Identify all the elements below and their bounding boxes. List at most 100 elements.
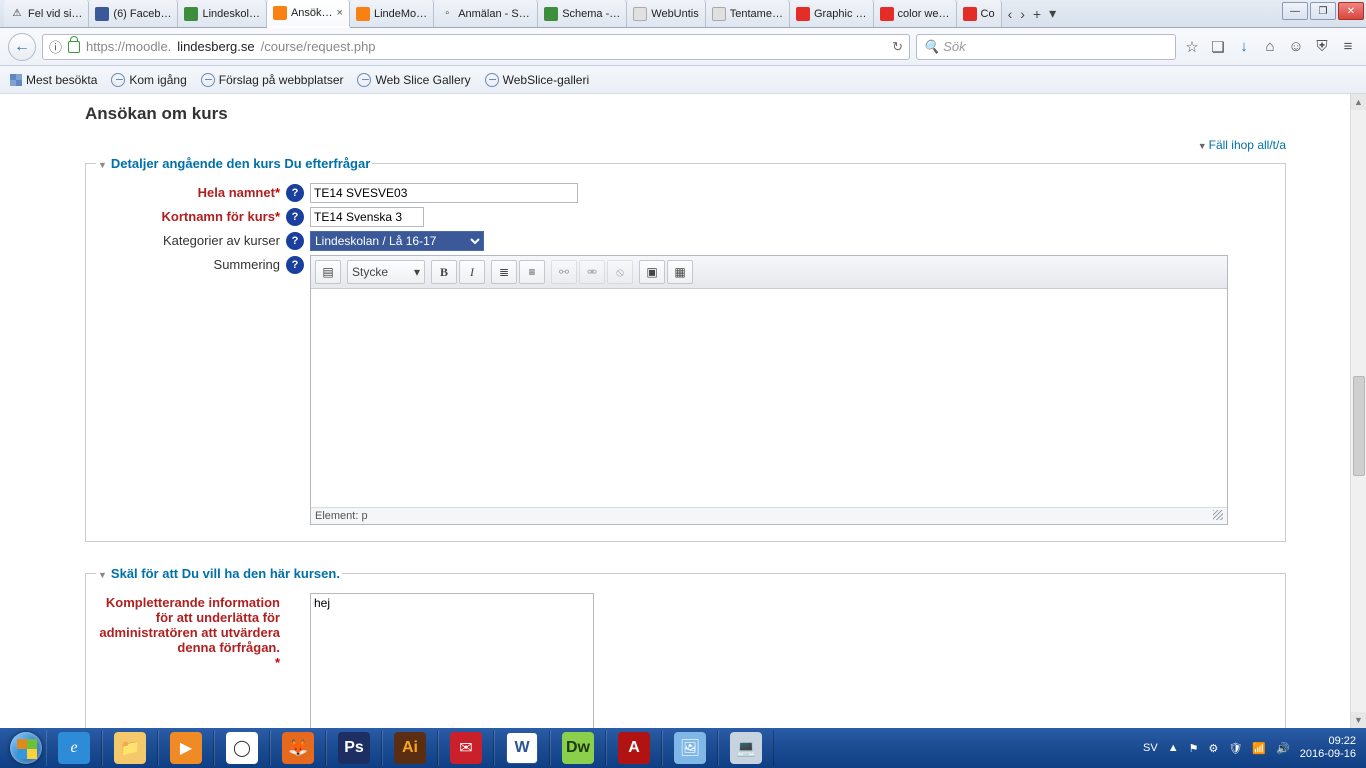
window-minimize-button[interactable]: — xyxy=(1282,2,1308,20)
url-scheme: https://moodle. xyxy=(86,39,171,54)
url-path: /course/request.php xyxy=(261,39,376,54)
taskbar-app-photos[interactable]: 🖼 xyxy=(662,730,718,766)
scroll-right-icon[interactable]: › xyxy=(1020,6,1025,22)
account-icon[interactable]: ☺ xyxy=(1286,37,1306,57)
section-reason-legend[interactable]: ▼Skäl för att Du vill ha den här kursen. xyxy=(96,566,342,581)
info-icon[interactable]: ⓘ xyxy=(49,37,62,56)
tray-volume-icon[interactable]: 🔊 xyxy=(1276,742,1290,755)
toolbar-nolink-button[interactable]: ⦸ xyxy=(607,260,633,284)
tab-8[interactable]: Tentame… xyxy=(706,0,790,27)
downloads-icon[interactable]: ↓ xyxy=(1234,37,1254,57)
toolbar-style-select[interactable]: Stycke▾ xyxy=(347,260,425,284)
tray-network-icon[interactable]: 📶 xyxy=(1252,742,1266,755)
chevron-down-icon: ▼ xyxy=(98,160,107,170)
bookmark-star-icon[interactable]: ☆ xyxy=(1182,37,1202,57)
page-content: Ansökan om kurs ▼Fäll ihop all/t/a ▼Deta… xyxy=(0,94,1366,728)
taskbar-app-photoshop[interactable]: Ps xyxy=(326,730,382,766)
taskbar-app-word[interactable]: W xyxy=(494,730,550,766)
close-tab-icon[interactable]: × xyxy=(337,7,343,19)
category-select[interactable]: Lindeskolan / Lå 16-17 xyxy=(310,231,484,251)
tab-1[interactable]: (6) Faceb… xyxy=(89,0,178,27)
tray-flag-icon[interactable]: ⚑ xyxy=(1189,742,1199,755)
fullname-input[interactable] xyxy=(310,183,578,203)
taskbar-app-illustrator[interactable]: Ai xyxy=(382,730,438,766)
facebook-icon xyxy=(95,7,109,21)
summary-editor: ▤ Stycke▾ B I ≣ ≡ ⚯ ⚮ ⦸ xyxy=(310,255,1228,525)
toolbar-expand-button[interactable]: ▤ xyxy=(315,260,341,284)
help-icon[interactable]: ? xyxy=(286,232,304,250)
help-icon[interactable]: ? xyxy=(286,184,304,202)
tab-3-active[interactable]: Ansök…× xyxy=(267,0,350,28)
bookmark-web-slice-2[interactable]: WebSlice-galleri xyxy=(485,73,589,87)
resize-handle-icon[interactable] xyxy=(1213,510,1223,520)
taskbar-app-dreamweaver[interactable]: Dw xyxy=(550,730,606,766)
tray-gear-icon[interactable]: ⚙ xyxy=(1208,742,1218,755)
tab-11[interactable]: Co xyxy=(957,0,1002,27)
tab-6[interactable]: Schema -… xyxy=(538,0,627,27)
bookmarks-bar: Mest besökta Kom igång Förslag på webbpl… xyxy=(0,66,1366,94)
menu-icon[interactable]: ≡ xyxy=(1338,37,1358,57)
new-tab-button[interactable]: + xyxy=(1033,6,1041,22)
page-scrollbar[interactable]: ▲ ▼ xyxy=(1350,94,1366,728)
chevron-down-icon: ▾ xyxy=(414,265,420,279)
reload-icon[interactable]: ↻ xyxy=(892,39,903,55)
browser-tabstrip: ⚠Fel vid si… (6) Faceb… Lindeskol… Ansök… xyxy=(0,0,1366,28)
bookmark-web-slice-1[interactable]: Web Slice Gallery xyxy=(357,73,470,87)
toolbar-image-button[interactable]: ▣ xyxy=(639,260,665,284)
bookmark-most-visited[interactable]: Mest besökta xyxy=(10,73,97,87)
taskbar-app-laptop[interactable]: 💻 xyxy=(718,730,774,766)
window-close-button[interactable]: ✕ xyxy=(1338,2,1364,20)
tab-5[interactable]: ▫Anmälan - Sit… xyxy=(434,0,538,27)
search-placeholder: Sök xyxy=(943,39,965,54)
toolbar-media-button[interactable]: ▦ xyxy=(667,260,693,284)
windows-orb-icon xyxy=(10,732,42,764)
taskbar-app-mediaplayer[interactable]: ▶ xyxy=(158,730,214,766)
tab-10[interactable]: color we… xyxy=(874,0,957,27)
window-maximize-button[interactable]: ❐ xyxy=(1310,2,1336,20)
tabs-menu-icon[interactable]: ▾ xyxy=(1049,5,1056,22)
scroll-down-icon[interactable]: ▼ xyxy=(1351,712,1366,728)
toolbar-unlink-button[interactable]: ⚮ xyxy=(579,260,605,284)
tab-2[interactable]: Lindeskol… xyxy=(178,0,266,27)
shortname-input[interactable] xyxy=(310,207,424,227)
tab-0[interactable]: ⚠Fel vid si… xyxy=(4,0,89,27)
section-course-details-legend[interactable]: ▼Detaljer angående den kurs Du efterfråg… xyxy=(96,156,372,171)
collapse-all-link[interactable]: ▼Fäll ihop all/t/a xyxy=(85,138,1286,152)
taskbar-app-explorer[interactable]: 📁 xyxy=(102,730,158,766)
home-icon[interactable]: ⌂ xyxy=(1260,37,1280,57)
tray-clock[interactable]: 09:22 2016-09-16 xyxy=(1300,735,1356,761)
help-icon[interactable]: ? xyxy=(286,208,304,226)
scroll-left-icon[interactable]: ‹ xyxy=(1008,6,1013,22)
pocket-icon[interactable]: ⛨ xyxy=(1312,37,1332,57)
tray-shield-icon[interactable]: 🛡 xyxy=(1228,742,1242,755)
label-shortname: Kortnamn för kurs* xyxy=(96,207,286,224)
taskbar-app-acrobat[interactable]: A xyxy=(606,730,662,766)
help-icon[interactable]: ? xyxy=(286,256,304,274)
bookmark-suggested-sites[interactable]: Förslag på webbplatser xyxy=(201,73,344,87)
sidebar-icon[interactable]: ❏ xyxy=(1208,37,1228,57)
start-button[interactable] xyxy=(6,728,46,768)
url-host: lindesberg.se xyxy=(177,39,254,54)
toolbar-link-button[interactable]: ⚯ xyxy=(551,260,577,284)
search-box[interactable]: 🔍 Sök xyxy=(916,34,1176,60)
editor-textarea[interactable] xyxy=(311,289,1227,507)
bookmark-get-started[interactable]: Kom igång xyxy=(111,73,186,87)
tray-expand-icon[interactable]: ▲ xyxy=(1168,742,1179,754)
tab-7[interactable]: WebUntis xyxy=(627,0,705,27)
toolbar-italic-button[interactable]: I xyxy=(459,260,485,284)
scrollbar-thumb[interactable] xyxy=(1353,376,1365,476)
tab-9[interactable]: Graphic … xyxy=(790,0,874,27)
scroll-up-icon[interactable]: ▲ xyxy=(1351,94,1366,110)
address-bar[interactable]: ⓘ https://moodle. lindesberg.se/course/re… xyxy=(42,34,910,60)
taskbar-app-firefox[interactable]: 🦊 xyxy=(270,730,326,766)
toolbar-bold-button[interactable]: B xyxy=(431,260,457,284)
toolbar-ul-button[interactable]: ≣ xyxy=(491,260,517,284)
back-button[interactable]: ← xyxy=(8,33,36,61)
taskbar-app-mail[interactable]: ✉ xyxy=(438,730,494,766)
reason-textarea[interactable]: hej xyxy=(310,593,594,728)
taskbar-app-ie[interactable]: e xyxy=(46,730,102,766)
tray-language[interactable]: SV xyxy=(1143,742,1158,754)
taskbar-app-chrome[interactable]: ◯ xyxy=(214,730,270,766)
toolbar-ol-button[interactable]: ≡ xyxy=(519,260,545,284)
tab-4[interactable]: LindeMo… xyxy=(350,0,434,27)
